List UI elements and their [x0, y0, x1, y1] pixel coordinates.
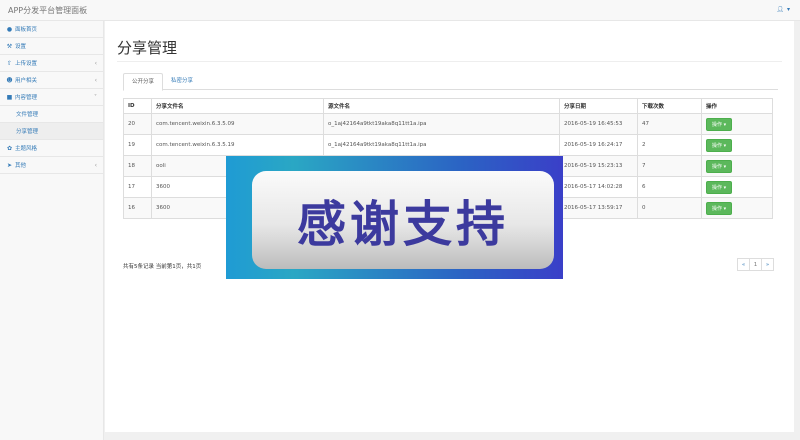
action-dropdown-button[interactable]: 操作 ▾ [706, 138, 733, 152]
action-dropdown-button[interactable]: 操作 ▾ [706, 117, 733, 131]
sidebar-item-other[interactable]: ➤ 其他 ‹ [0, 157, 103, 174]
caret-down-icon: ▾ [723, 184, 727, 191]
column-header-source: 源文件名 [323, 98, 560, 114]
sidebar-item-label: 其他 [15, 163, 27, 169]
chevron-left-icon: ‹ [94, 76, 97, 84]
sidebar-item-settings[interactable]: ⚒ 设置 [0, 38, 103, 55]
caret-down-icon: ▾ [723, 205, 727, 212]
caret-down-icon: ▾ [723, 121, 727, 128]
cell-actions: 操作 ▾ [701, 176, 773, 198]
top-navbar: APP分发平台管理面板 👤︎ ▾ [0, 0, 800, 21]
user-icon: 👤︎ [776, 6, 784, 13]
sidebar-item-label: 主题风格 [15, 146, 38, 152]
thanks-banner-panel: 感谢支持 [252, 171, 554, 269]
sidebar-item-content[interactable]: ■ 内容管理 ˅ [0, 89, 103, 106]
sidebar-item-label: 分享管理 [16, 129, 39, 135]
caret-down-icon: ▾ [723, 142, 727, 149]
cell-actions: 操作 ▾ [701, 113, 773, 135]
thanks-banner: 感谢支持 [226, 156, 563, 279]
chevron-left-icon: ‹ [94, 59, 97, 67]
cell-id: 17 [123, 176, 152, 198]
cell-share-name: com.tencent.weixin.6.3.5.19 [151, 134, 324, 156]
cell-downloads: 47 [637, 113, 702, 135]
action-dropdown-button[interactable]: 操作 ▾ [706, 201, 733, 215]
sidebar-item-label: 内容管理 [15, 95, 38, 101]
pagination-next-button[interactable]: » [761, 258, 774, 271]
column-header-date: 分享日期 [559, 98, 638, 114]
palette-icon: ✿ [6, 144, 13, 152]
folder-icon: ■ [6, 93, 13, 101]
user-menu[interactable]: 👤︎ ▾ [776, 6, 790, 13]
sidebar-item-label: 用户相关 [15, 78, 38, 84]
divider [117, 61, 782, 62]
cell-actions: 操作 ▾ [701, 155, 773, 177]
app-title[interactable]: APP分发平台管理面板 [8, 5, 87, 16]
sidebar-item-upload-settings[interactable]: ⇧ 上传设置 ‹ [0, 55, 103, 72]
cell-id: 20 [123, 113, 152, 135]
cell-source-link[interactable]: o_1aj42164a9tkt19aka8q11tt1a.ipa [323, 113, 560, 135]
table-row: 19 com.tencent.weixin.6.3.5.19 o_1aj4216… [123, 134, 773, 156]
sidebar-item-label: 文件管理 [16, 112, 39, 118]
sidebar-item-label: 设置 [15, 44, 27, 50]
column-header-actions: 操作 [701, 98, 773, 114]
cell-date: 2016-05-19 15:23:13 [559, 155, 638, 177]
cell-date: 2016-05-19 16:45:53 [559, 113, 638, 135]
caret-down-icon: ▾ [723, 163, 727, 170]
cell-source-link[interactable]: o_1aj42164a9tkt19aka8q11tt1a.ipa [323, 134, 560, 156]
cell-downloads: 0 [637, 197, 702, 219]
cell-date: 2016-05-17 14:02:28 [559, 176, 638, 198]
users-icon: ☻ [6, 76, 13, 84]
cell-date: 2016-05-17 13:59:17 [559, 197, 638, 219]
wrench-icon: ⚒ [6, 42, 13, 50]
caret-down-icon: ▾ [786, 6, 790, 13]
action-dropdown-button[interactable]: 操作 ▾ [706, 180, 733, 194]
pagination: « 1 » [737, 258, 774, 271]
sidebar-item-file-manage[interactable]: 文件管理 [0, 106, 103, 123]
cell-downloads: 2 [637, 134, 702, 156]
sidebar-item-label: 上传设置 [15, 61, 38, 67]
paper-plane-icon: ➤ [6, 161, 13, 169]
cell-actions: 操作 ▾ [701, 197, 773, 219]
cell-id: 16 [123, 197, 152, 219]
sidebar: ● 面板首页 ⚒ 设置 ⇧ 上传设置 ‹ ☻ 用户相关 ‹ ■ 内容管理 ˅ 文… [0, 21, 104, 440]
cell-downloads: 6 [637, 176, 702, 198]
cell-date: 2016-05-19 16:24:17 [559, 134, 638, 156]
upload-icon: ⇧ [6, 59, 13, 67]
thanks-banner-text: 感谢支持 [296, 195, 509, 253]
table-header-row: ID 分享文件名 源文件名 分享日期 下载次数 操作 [123, 98, 773, 114]
chevron-left-icon: ‹ [94, 161, 97, 169]
cell-id: 19 [123, 134, 152, 156]
column-header-share-name: 分享文件名 [151, 98, 324, 114]
sidebar-item-users[interactable]: ☻ 用户相关 ‹ [0, 72, 103, 89]
sidebar-item-label: 面板首页 [15, 27, 38, 33]
share-tabs: 公开分享 私密分享 [123, 73, 778, 91]
record-summary: 共有5条记录 当前第1页，共1页 [123, 264, 202, 270]
page-title: 分享管理 [117, 39, 178, 57]
sidebar-item-share-manage[interactable]: 分享管理 [0, 123, 103, 140]
sidebar-item-dashboard[interactable]: ● 面板首页 [0, 21, 103, 38]
column-header-downloads: 下载次数 [637, 98, 702, 114]
sidebar-item-theme[interactable]: ✿ 主题风格 [0, 140, 103, 157]
tab-private-share[interactable]: 私密分享 [163, 73, 201, 90]
cell-downloads: 7 [637, 155, 702, 177]
cell-share-name: com.tencent.weixin.6.3.5.09 [151, 113, 324, 135]
action-dropdown-button[interactable]: 操作 ▾ [706, 159, 733, 173]
cell-id: 18 [123, 155, 152, 177]
chevron-down-icon: ˅ [94, 93, 97, 101]
column-header-id: ID [123, 98, 152, 114]
cell-actions: 操作 ▾ [701, 134, 773, 156]
table-row: 20 com.tencent.weixin.6.3.5.09 o_1aj4216… [123, 113, 773, 135]
tab-public-share[interactable]: 公开分享 [123, 73, 164, 91]
dashboard-icon: ● [6, 25, 13, 33]
